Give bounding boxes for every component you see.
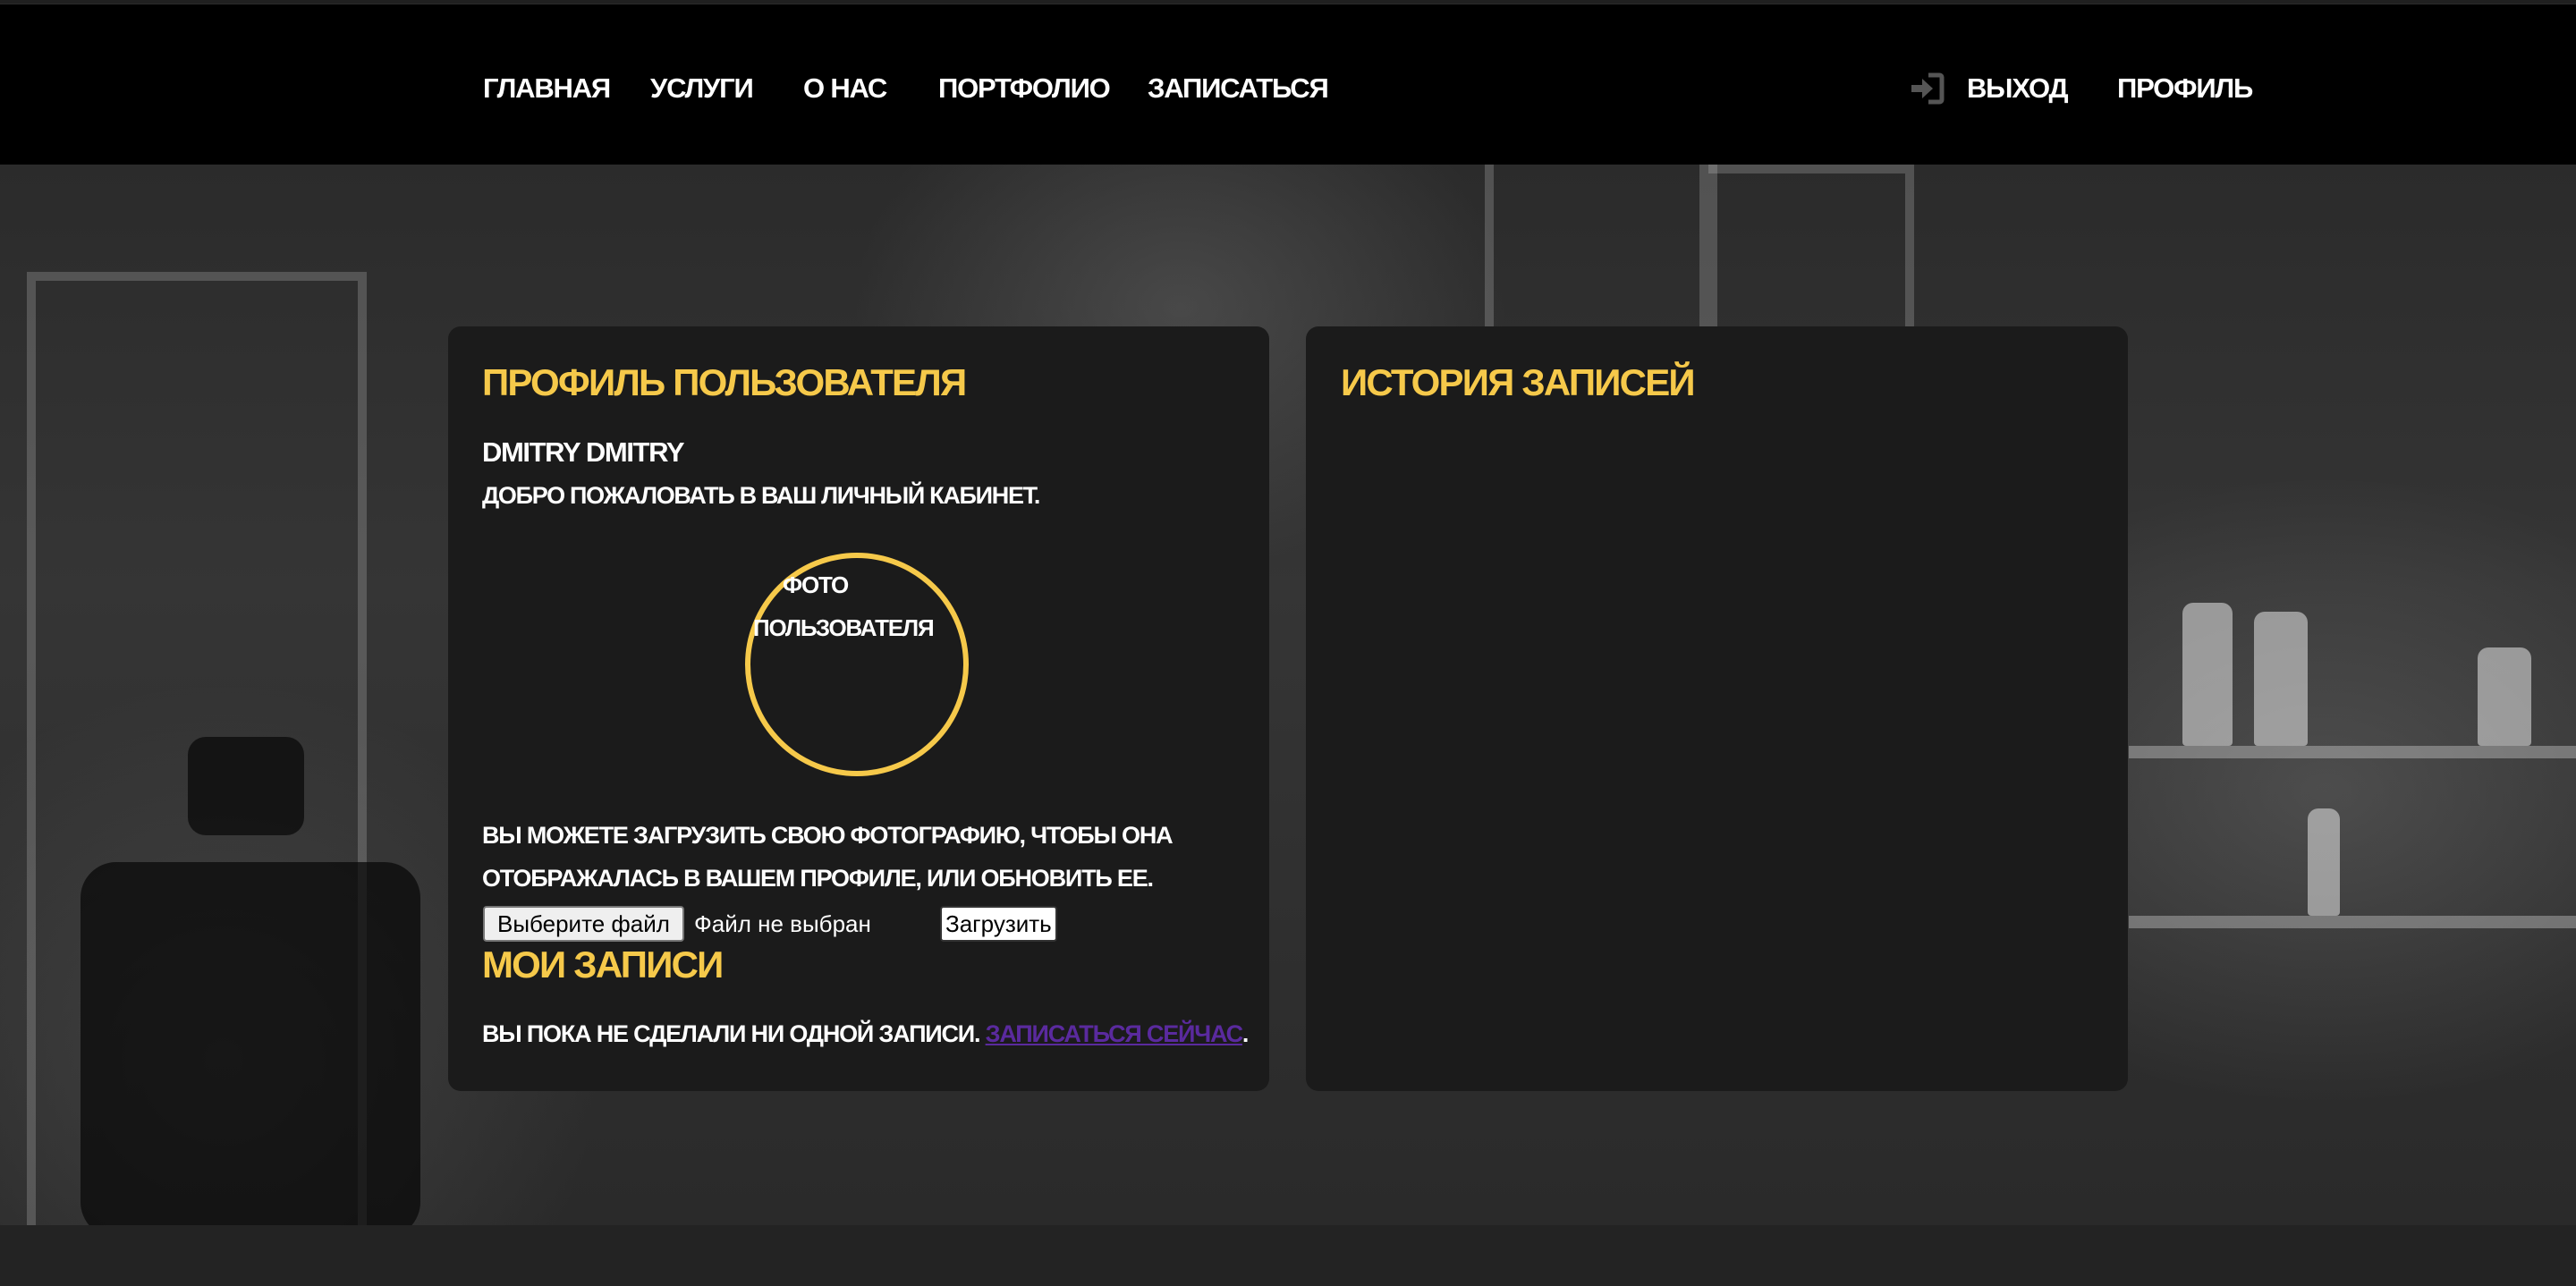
nav-profile[interactable]: ПРОФИЛЬ bbox=[2117, 71, 2253, 106]
upload-description: ВЫ МОЖЕТЕ ЗАГРУЗИТЬ СВОЮ ФОТОГРАФИЮ, ЧТО… bbox=[482, 822, 1174, 892]
my-records-title: МОИ ЗАПИСИ bbox=[482, 943, 724, 986]
history-card bbox=[1306, 326, 2128, 1091]
welcome-text: ДОБРО ПОЖАЛОВАТЬ В ВАШ ЛИЧНЫЙ КАБИНЕТ. bbox=[482, 482, 1040, 509]
nav-services[interactable]: УСЛУГИ bbox=[650, 71, 754, 106]
nav-logout[interactable]: ВЫХОД bbox=[1967, 71, 2069, 106]
book-now-link[interactable]: ЗАПИСАТЬСЯ СЕЙЧАС bbox=[986, 1020, 1243, 1047]
nav-home[interactable]: ГЛАВНАЯ bbox=[483, 71, 611, 106]
no-records-message: ВЫ ПОКА НЕ СДЕЛАЛИ НИ ОДНОЙ ЗАПИСИ. ЗАПИ… bbox=[482, 1016, 1250, 1052]
no-records-text: ВЫ ПОКА НЕ СДЕЛАЛИ НИ ОДНОЙ ЗАПИСИ. bbox=[482, 1020, 981, 1047]
barbershop-background-image bbox=[0, 165, 2576, 1225]
choose-file-button[interactable]: Выберите файл bbox=[483, 906, 684, 942]
photo-alt-line-2: ПОЛЬЗОВАТЕЛЯ bbox=[753, 614, 935, 641]
top-navigation-bar: ГЛАВНАЯ УСЛУГИ О НАС ПОРТФОЛИО ЗАПИСАТЬС… bbox=[0, 4, 2576, 165]
photo-alt-line-1: ФОТО bbox=[783, 571, 849, 598]
upload-button[interactable]: Загрузить bbox=[940, 906, 1057, 942]
period-text: . bbox=[1241, 1020, 1250, 1047]
nav-book[interactable]: ЗАПИСАТЬСЯ bbox=[1148, 71, 1329, 106]
user-name: DMITRY DMITRY bbox=[482, 436, 685, 468]
footer-strip bbox=[0, 1225, 2576, 1286]
sign-in-arrow-icon[interactable] bbox=[1909, 72, 1945, 105]
nav-portfolio[interactable]: ПОРТФОЛИО bbox=[938, 71, 1111, 106]
file-status-text: Файл не выбран bbox=[694, 910, 871, 937]
profile-title: ПРОФИЛЬ ПОЛЬЗОВАТЕЛЯ bbox=[482, 361, 967, 403]
photo-alt-text: ФОТО ПОЛЬЗОВАТЕЛЯ bbox=[753, 563, 935, 649]
history-title: ИСТОРИЯ ЗАПИСЕЙ bbox=[1341, 361, 1696, 403]
nav-about[interactable]: О НАС bbox=[803, 71, 887, 106]
